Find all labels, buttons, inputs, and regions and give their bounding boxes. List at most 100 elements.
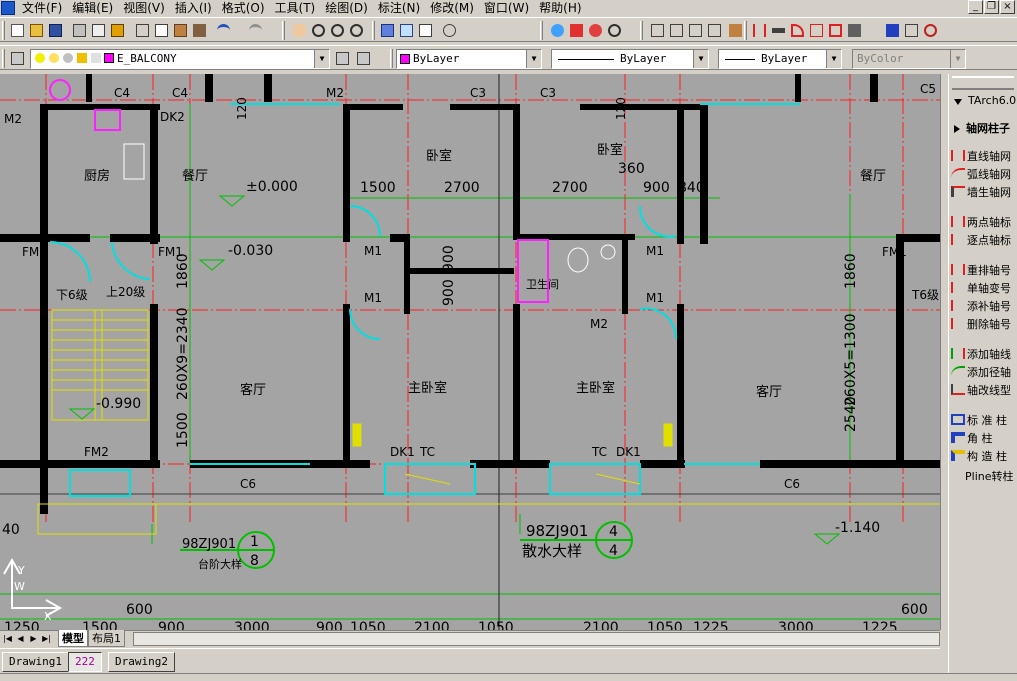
toolbar-grip[interactable] (372, 21, 375, 40)
color-dropdown[interactable]: ByLayer ▼ (396, 49, 542, 69)
wall-icon[interactable] (769, 21, 788, 40)
panel-item-delete-number[interactable]: 删除轴号 (951, 316, 1011, 332)
window-icon[interactable] (807, 21, 826, 40)
chevron-down-icon[interactable]: ▼ (526, 50, 541, 68)
brush-icon[interactable] (567, 21, 586, 40)
panel-section-axis[interactable]: 轴网柱子 (951, 120, 1010, 136)
layer-lock-icon[interactable] (77, 53, 87, 63)
toolbar-grip[interactable] (540, 21, 543, 40)
open-file-icon[interactable] (27, 21, 46, 40)
menu-insert[interactable]: 插入(I) (170, 0, 217, 16)
tab-layout1[interactable]: 布局1 (88, 630, 125, 647)
panel-item-wall-grid[interactable]: 墙生轴网 (951, 184, 1011, 200)
horizontal-scrollbar[interactable] (133, 631, 940, 646)
display-order-icon[interactable] (548, 21, 567, 40)
find-icon[interactable] (921, 21, 940, 40)
panel-item-pline-column[interactable]: Pline转柱 (965, 468, 1014, 484)
publish-icon[interactable] (108, 21, 127, 40)
panel-item-add-axis[interactable]: 添加轴线 (951, 346, 1011, 362)
menu-draw[interactable]: 绘图(D) (320, 0, 373, 16)
panel-grip[interactable] (952, 76, 1014, 90)
render-icon[interactable] (586, 21, 605, 40)
menu-view[interactable]: 视图(V) (118, 0, 170, 16)
match-properties-icon[interactable] (190, 21, 209, 40)
panel-item-change-number[interactable]: 单轴变号 (951, 280, 1011, 296)
zoom-previous-icon[interactable] (347, 21, 366, 40)
tool-palettes-icon[interactable] (416, 21, 435, 40)
stretch-icon[interactable] (686, 21, 705, 40)
column-icon[interactable] (826, 21, 845, 40)
undo-icon[interactable] (214, 21, 233, 40)
panel-item-standard-column[interactable]: 标 准 柱 (951, 412, 1007, 428)
layer-previous-icon[interactable] (354, 49, 373, 68)
copy-object-icon[interactable] (705, 21, 724, 40)
menu-window[interactable]: 窗口(W) (479, 0, 534, 16)
clipboard-icon[interactable] (726, 21, 745, 40)
new-file-icon[interactable] (8, 21, 27, 40)
toolbar-grip[interactable] (390, 49, 393, 68)
layer-freeze-icon[interactable] (49, 53, 59, 63)
panel-item-arc-grid[interactable]: 弧线轴网 (951, 166, 1011, 182)
panel-item-straight-grid[interactable]: 直线轴网 (951, 148, 1011, 164)
layer-on-icon[interactable] (35, 53, 45, 63)
save-icon[interactable] (46, 21, 65, 40)
layer-viewport-icon[interactable] (63, 53, 73, 63)
layer-dropdown[interactable]: E_BALCONY ▼ (30, 49, 330, 69)
linetype-dropdown[interactable]: ByLayer ▼ (551, 49, 709, 69)
door-icon[interactable] (788, 21, 807, 40)
lineweight-dropdown[interactable]: ByLayer ▼ (718, 49, 842, 69)
chevron-down-icon[interactable]: ▼ (693, 50, 708, 68)
tab-model[interactable]: 模型 (58, 630, 88, 647)
snap-grid-icon[interactable] (648, 21, 667, 40)
last-tab-icon[interactable]: ▶| (41, 633, 52, 645)
panel-item-axis-linetype[interactable]: 轴改线型 (951, 382, 1011, 398)
doc-tab-drawing1[interactable]: Drawing1 (2, 652, 69, 672)
app-icon[interactable] (1, 1, 15, 15)
make-current-layer-icon[interactable] (333, 49, 352, 68)
menu-tools[interactable]: 工具(T) (270, 0, 321, 16)
copy-icon[interactable] (152, 21, 171, 40)
toolbar-grip[interactable] (2, 49, 5, 68)
toolbar-grip[interactable] (2, 21, 5, 40)
drawing-canvas[interactable]: Y W X 厨房 餐厅 卧室 卧室 餐厅 客厅 主卧室 主卧室 客厅 卫生间 ±… (0, 74, 940, 630)
menu-help[interactable]: 帮助(H) (534, 0, 586, 16)
layer-manager-icon[interactable] (8, 49, 27, 68)
close-button[interactable]: × (1000, 0, 1015, 14)
panel-title[interactable]: TArch6.0 (951, 94, 1016, 107)
vertical-scrollbar[interactable] (940, 74, 948, 630)
view-eye-icon[interactable] (605, 21, 624, 40)
panel-item-point-label[interactable]: 逐点轴标 (951, 232, 1011, 248)
properties-icon[interactable] (378, 21, 397, 40)
design-center-icon[interactable] (397, 21, 416, 40)
stairs-icon[interactable] (845, 21, 864, 40)
redo-icon[interactable] (246, 21, 265, 40)
text-style-icon[interactable] (883, 21, 902, 40)
plot-preview-icon[interactable] (89, 21, 108, 40)
zoom-realtime-icon[interactable] (309, 21, 328, 40)
table-icon[interactable] (902, 21, 921, 40)
chevron-down-icon[interactable]: ▼ (314, 50, 329, 68)
text-icon[interactable] (864, 21, 883, 40)
chevron-down-icon[interactable]: ▼ (826, 50, 841, 68)
menu-dimension[interactable]: 标注(N) (373, 0, 425, 16)
panel-item-structural-column[interactable]: 构 造 柱 (951, 448, 1007, 464)
layer-plot-icon[interactable] (91, 53, 101, 63)
restore-button[interactable]: ❐ (984, 0, 999, 14)
toolbar-grip[interactable] (640, 21, 643, 40)
doc-tab-drawing2[interactable]: Drawing2 (108, 652, 175, 672)
toolbar-grip[interactable] (744, 21, 747, 40)
axis-grid-icon[interactable] (750, 21, 769, 40)
panel-item-add-number[interactable]: 添补轴号 (951, 298, 1011, 314)
plot-icon[interactable] (70, 21, 89, 40)
next-tab-icon[interactable]: ▶ (28, 633, 39, 645)
panel-item-add-radial[interactable]: 添加径轴 (951, 364, 1011, 380)
help-icon[interactable] (440, 21, 459, 40)
zoom-window-icon[interactable] (328, 21, 347, 40)
first-tab-icon[interactable]: |◀ (2, 633, 13, 645)
panel-item-renumber[interactable]: 重排轴号 (951, 262, 1011, 278)
menu-format[interactable]: 格式(O) (217, 0, 270, 16)
pan-icon[interactable] (290, 21, 309, 40)
panel-item-corner-column[interactable]: 角 柱 (951, 430, 993, 446)
move-icon[interactable] (667, 21, 686, 40)
menu-modify[interactable]: 修改(M) (425, 0, 479, 16)
